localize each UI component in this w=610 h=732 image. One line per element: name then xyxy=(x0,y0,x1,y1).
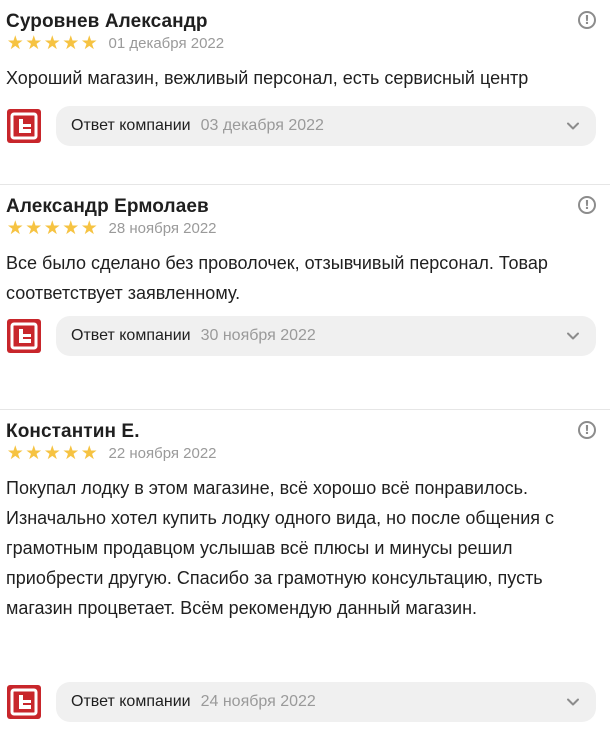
company-reply: Ответ компании 30 ноября 2022 xyxy=(6,316,596,356)
review-card: Александр Ермолаев ★ ★ ★ ★ ★ 28 ноября 2… xyxy=(0,184,610,409)
star-icon: ★ xyxy=(62,217,80,239)
rating-stars: ★ ★ ★ ★ ★ xyxy=(6,32,99,54)
star-icon: ★ xyxy=(25,32,43,54)
chevron-down-icon xyxy=(567,332,579,340)
review-meta: ★ ★ ★ ★ ★ 28 ноября 2022 xyxy=(6,218,598,238)
star-icon: ★ xyxy=(6,32,24,54)
star-icon: ★ xyxy=(43,442,61,464)
chevron-down-icon xyxy=(567,698,579,706)
exclamation-circle-icon[interactable]: ! xyxy=(578,11,596,29)
company-logo-icon xyxy=(7,685,41,719)
chevron-down-icon xyxy=(567,122,579,130)
company-logo-icon xyxy=(7,109,41,143)
company-reply: Ответ компании 24 ноября 2022 xyxy=(6,682,596,722)
review-date: 28 ноября 2022 xyxy=(108,219,217,237)
star-icon: ★ xyxy=(43,32,61,54)
review-date: 01 декабря 2022 xyxy=(108,34,225,52)
reply-label: Ответ компании xyxy=(71,693,191,710)
review-text: Все было сделано без проволочек, отзывчи… xyxy=(6,253,548,303)
exclamation-circle-icon[interactable]: ! xyxy=(578,196,596,214)
company-logo-icon xyxy=(7,319,41,353)
review-card: Суровнев Александр ★ ★ ★ ★ ★ 01 декабря … xyxy=(0,0,610,184)
review-meta: ★ ★ ★ ★ ★ 01 декабря 2022 xyxy=(6,33,598,53)
review-card: Константин Е. ★ ★ ★ ★ ★ 22 ноября 2022 П… xyxy=(0,409,610,732)
star-icon: ★ xyxy=(43,217,61,239)
star-icon: ★ xyxy=(25,442,43,464)
star-icon: ★ xyxy=(80,442,98,464)
review-date: 22 ноября 2022 xyxy=(108,444,217,462)
review-meta: ★ ★ ★ ★ ★ 22 ноября 2022 xyxy=(6,443,598,463)
reply-label: Ответ компании xyxy=(71,117,191,134)
star-icon: ★ xyxy=(62,442,80,464)
review-author[interactable]: Константин Е. xyxy=(6,420,598,444)
reply-date: 03 декабря 2022 xyxy=(200,117,324,134)
review-author[interactable]: Александр Ермолаев xyxy=(6,195,598,219)
star-icon: ★ xyxy=(6,217,24,239)
exclamation-circle-icon[interactable]: ! xyxy=(578,421,596,439)
star-icon: ★ xyxy=(6,442,24,464)
company-reply-toggle[interactable]: Ответ компании 03 декабря 2022 xyxy=(56,106,596,146)
reply-date: 30 ноября 2022 xyxy=(200,327,316,344)
reply-date: 24 ноября 2022 xyxy=(200,693,316,710)
company-reply-toggle[interactable]: Ответ компании 24 ноября 2022 xyxy=(56,682,596,722)
company-reply: Ответ компании 03 декабря 2022 xyxy=(6,106,596,146)
reply-label: Ответ компании xyxy=(71,327,191,344)
star-icon: ★ xyxy=(25,217,43,239)
star-icon: ★ xyxy=(80,217,98,239)
rating-stars: ★ ★ ★ ★ ★ xyxy=(6,442,99,464)
company-reply-toggle[interactable]: Ответ компании 30 ноября 2022 xyxy=(56,316,596,356)
star-icon: ★ xyxy=(80,32,98,54)
rating-stars: ★ ★ ★ ★ ★ xyxy=(6,217,99,239)
review-text: Хороший магазин, вежливый персонал, есть… xyxy=(6,68,529,88)
star-icon: ★ xyxy=(62,32,80,54)
review-text: Покупал лодку в этом магазине, всё хорош… xyxy=(6,478,555,618)
review-author[interactable]: Суровнев Александр xyxy=(6,10,598,34)
